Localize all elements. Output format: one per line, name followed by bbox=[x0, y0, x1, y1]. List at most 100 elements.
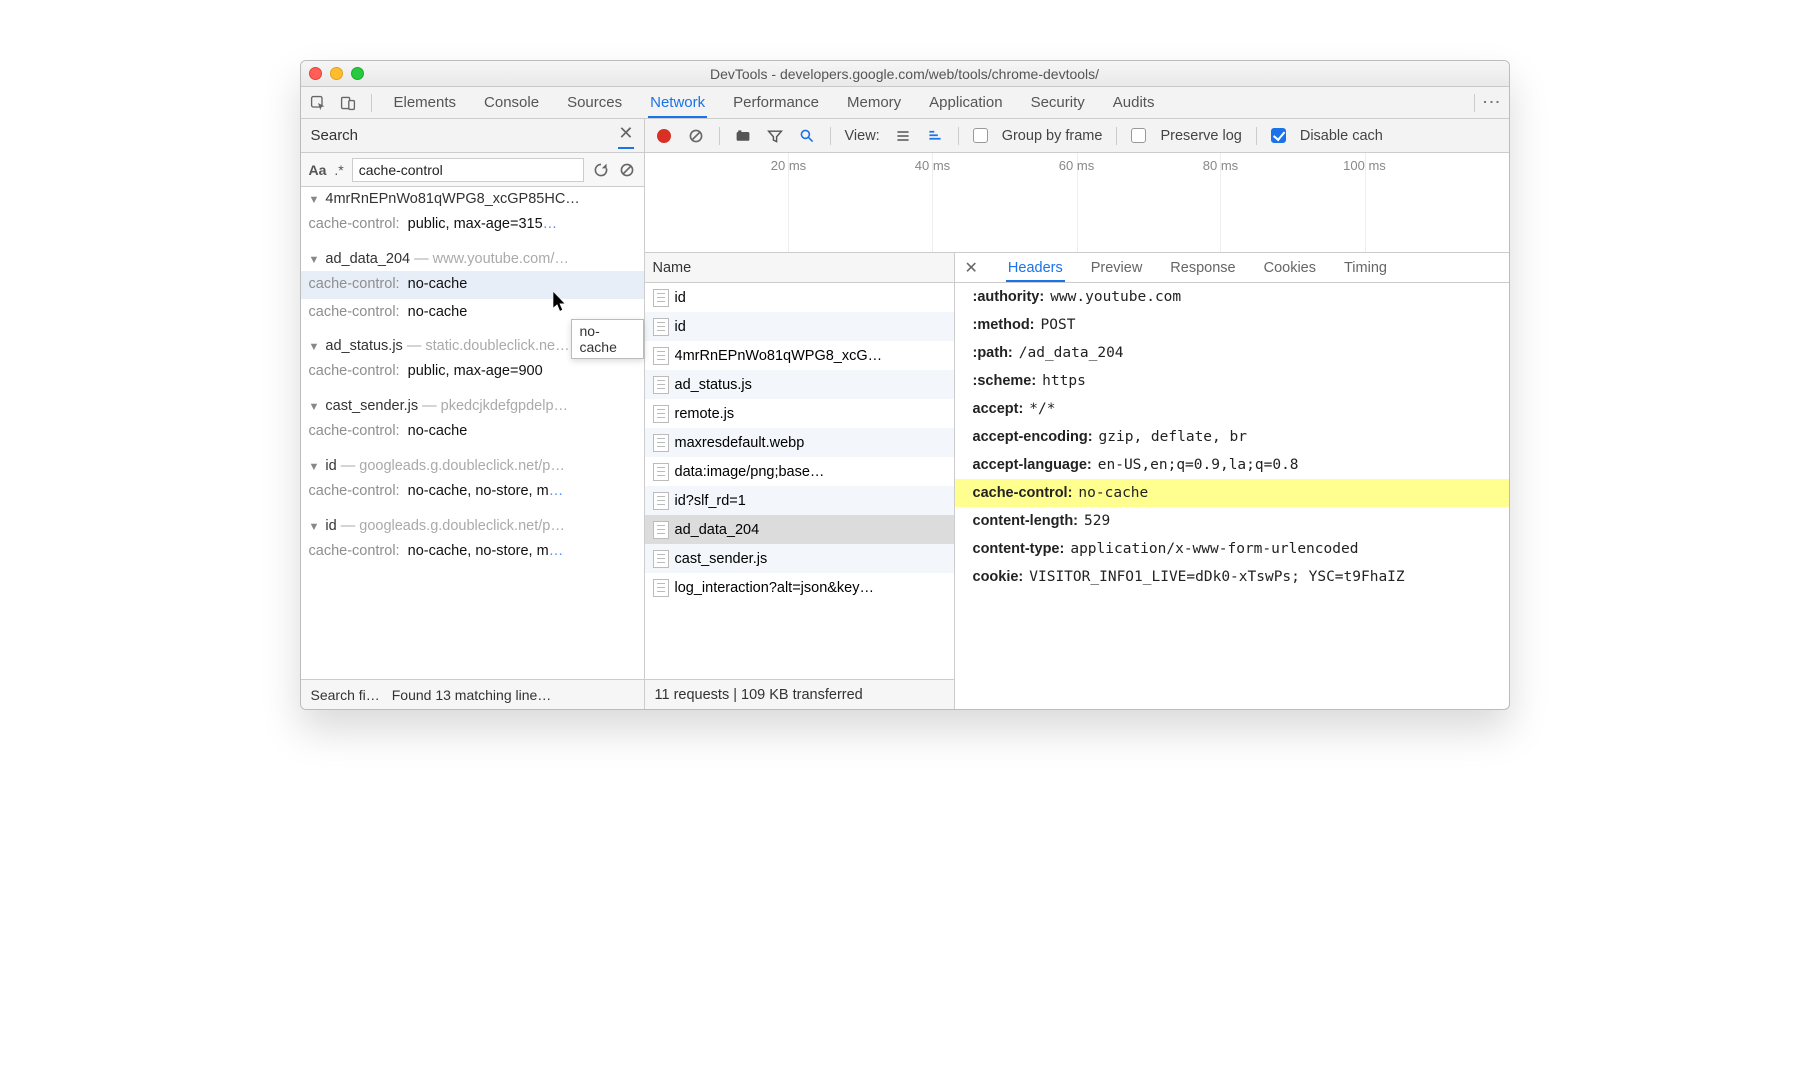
waterfall-tick: 80 ms bbox=[1190, 158, 1250, 173]
filter-icon[interactable] bbox=[766, 127, 784, 145]
header-row[interactable]: cookie:VISITOR_INFO1_LIVE=dDk0-xTswPs; Y… bbox=[955, 563, 1509, 591]
request-row[interactable]: maxresdefault.webp bbox=[645, 428, 954, 457]
file-icon bbox=[653, 550, 669, 568]
search-footer: Search fi… Found 13 matching line… bbox=[301, 679, 644, 709]
request-row[interactable]: 4mrRnEPnWo81qWPG8_xcG… bbox=[645, 341, 954, 370]
screenshot-icon[interactable] bbox=[734, 127, 752, 145]
tab-memory[interactable]: Memory bbox=[845, 87, 903, 118]
file-icon bbox=[653, 434, 669, 452]
file-icon bbox=[653, 289, 669, 307]
request-row[interactable]: id bbox=[645, 283, 954, 312]
request-row[interactable]: id?slf_rd=1 bbox=[645, 486, 954, 515]
search-result-line[interactable]: cache-control: no-cache, no-store, m… bbox=[301, 478, 644, 506]
mouse-cursor-icon bbox=[553, 292, 567, 312]
tab-security[interactable]: Security bbox=[1029, 87, 1087, 118]
header-row[interactable]: accept:*/* bbox=[955, 395, 1509, 423]
request-list: Name idid4mrRnEPnWo81qWPG8_xcG…ad_status… bbox=[645, 253, 955, 709]
match-case-toggle[interactable]: Aa bbox=[309, 162, 327, 178]
file-icon bbox=[653, 463, 669, 481]
file-icon bbox=[653, 521, 669, 539]
request-row[interactable]: data:image/png;base… bbox=[645, 457, 954, 486]
details-tab-timing[interactable]: Timing bbox=[1342, 253, 1389, 282]
search-results: ▼ 4mrRnEPnWo81qWPG8_xcGP85HC…cache-contr… bbox=[301, 187, 644, 679]
waterfall-tick: 60 ms bbox=[1047, 158, 1107, 173]
disable-cache-checkbox[interactable] bbox=[1271, 128, 1286, 143]
devtools-window: DevTools - developers.google.com/web/too… bbox=[300, 60, 1510, 710]
header-row[interactable]: content-type:application/x-www-form-urle… bbox=[955, 535, 1509, 563]
header-row[interactable]: cache-control:no-cache bbox=[955, 479, 1509, 507]
device-toolbar-icon[interactable] bbox=[339, 94, 357, 112]
request-row[interactable]: remote.js bbox=[645, 399, 954, 428]
details-tabs: ✕ Headers Preview Response Cookies Timing bbox=[955, 253, 1509, 283]
clear-icon[interactable] bbox=[618, 161, 636, 179]
tab-console[interactable]: Console bbox=[482, 87, 541, 118]
close-details-icon[interactable]: ✕ bbox=[965, 258, 978, 278]
details-tab-headers[interactable]: Headers bbox=[1006, 253, 1065, 282]
search-footer-right: Found 13 matching line… bbox=[392, 687, 552, 703]
header-row[interactable]: :method:POST bbox=[955, 311, 1509, 339]
waterfall-tick: 40 ms bbox=[902, 158, 962, 173]
details-tab-cookies[interactable]: Cookies bbox=[1262, 253, 1318, 282]
request-details: ✕ Headers Preview Response Cookies Timing :a… bbox=[955, 253, 1509, 709]
search-result-file[interactable]: ▼ id — googleads.g.doubleclick.net/p… bbox=[301, 514, 644, 538]
search-result-file[interactable]: ▼ ad_data_204 — www.youtube.com/… bbox=[301, 247, 644, 271]
search-result-file[interactable]: ▼ id — googleads.g.doubleclick.net/p… bbox=[301, 454, 644, 478]
request-row[interactable]: cast_sender.js bbox=[645, 544, 954, 573]
search-result-line[interactable]: cache-control: no-cache bbox=[301, 418, 644, 446]
file-icon bbox=[653, 492, 669, 510]
tab-performance[interactable]: Performance bbox=[731, 87, 821, 118]
header-row[interactable]: :path:/ad_data_204 bbox=[955, 339, 1509, 367]
group-by-frame-checkbox[interactable] bbox=[973, 128, 988, 143]
waterfall-timeline[interactable]: 20 ms40 ms60 ms80 ms100 ms bbox=[645, 153, 1509, 253]
search-result-file[interactable]: ▼ 4mrRnEPnWo81qWPG8_xcGP85HC… bbox=[301, 187, 644, 211]
disable-cache-label: Disable cach bbox=[1300, 128, 1383, 144]
refresh-icon[interactable] bbox=[592, 161, 610, 179]
header-row[interactable]: :scheme:https bbox=[955, 367, 1509, 395]
network-toolbar: View: Group by frame Preserve log Disabl… bbox=[645, 119, 1509, 153]
preserve-log-checkbox[interactable] bbox=[1131, 128, 1146, 143]
request-row[interactable]: ad_data_204 bbox=[645, 515, 954, 544]
details-tab-response[interactable]: Response bbox=[1168, 253, 1237, 282]
request-row[interactable]: id bbox=[645, 312, 954, 341]
request-list-header[interactable]: Name bbox=[645, 253, 954, 283]
search-icon[interactable] bbox=[798, 127, 816, 145]
tab-sources[interactable]: Sources bbox=[565, 87, 624, 118]
search-result-line[interactable]: cache-control: public, max-age=315… bbox=[301, 211, 644, 239]
header-row[interactable]: content-length:529 bbox=[955, 507, 1509, 535]
header-row[interactable]: accept-language:en-US,en;q=0.9,la;q=0.8 bbox=[955, 451, 1509, 479]
list-view-icon[interactable] bbox=[894, 127, 912, 145]
waterfall-tick: 100 ms bbox=[1335, 158, 1395, 173]
record-button[interactable] bbox=[655, 127, 673, 145]
window-titlebar: DevTools - developers.google.com/web/too… bbox=[301, 61, 1509, 87]
regex-toggle[interactable]: .* bbox=[334, 162, 343, 178]
inspect-icon[interactable] bbox=[309, 94, 327, 112]
request-row[interactable]: ad_status.js bbox=[645, 370, 954, 399]
search-result-file[interactable]: ▼ cast_sender.js — pkedcjkdefgpdelp… bbox=[301, 394, 644, 418]
hover-tooltip: no-cache bbox=[571, 319, 644, 359]
clear-icon[interactable] bbox=[687, 127, 705, 145]
tab-elements[interactable]: Elements bbox=[392, 87, 459, 118]
search-result-line[interactable]: cache-control: public, max-age=900 bbox=[301, 358, 644, 386]
search-title: Search bbox=[311, 127, 359, 144]
more-menu-icon[interactable]: ⋮ bbox=[1483, 94, 1501, 112]
search-result-line[interactable]: cache-control: no-cache, no-store, m… bbox=[301, 538, 644, 566]
tab-audits[interactable]: Audits bbox=[1111, 87, 1157, 118]
header-row[interactable]: :authority:www.youtube.com bbox=[955, 283, 1509, 311]
search-input[interactable] bbox=[352, 158, 584, 182]
large-rows-icon[interactable] bbox=[926, 127, 944, 145]
file-icon bbox=[653, 579, 669, 597]
file-icon bbox=[653, 318, 669, 336]
request-row[interactable]: log_interaction?alt=json&key… bbox=[645, 573, 954, 602]
search-input-bar: Aa .* bbox=[301, 153, 644, 187]
preserve-log-label: Preserve log bbox=[1160, 128, 1241, 144]
headers-list: :authority:www.youtube.com:method:POST:p… bbox=[955, 283, 1509, 709]
file-icon bbox=[653, 405, 669, 423]
request-list-footer: 11 requests | 109 KB transferred bbox=[645, 679, 954, 709]
search-result-line[interactable]: cache-control: no-cache bbox=[301, 271, 644, 299]
close-icon[interactable]: ✕ bbox=[618, 123, 633, 149]
details-tab-preview[interactable]: Preview bbox=[1089, 253, 1145, 282]
tab-application[interactable]: Application bbox=[927, 87, 1004, 118]
tab-network[interactable]: Network bbox=[648, 87, 707, 118]
header-row[interactable]: accept-encoding:gzip, deflate, br bbox=[955, 423, 1509, 451]
network-panel: View: Group by frame Preserve log Disabl… bbox=[645, 119, 1509, 709]
